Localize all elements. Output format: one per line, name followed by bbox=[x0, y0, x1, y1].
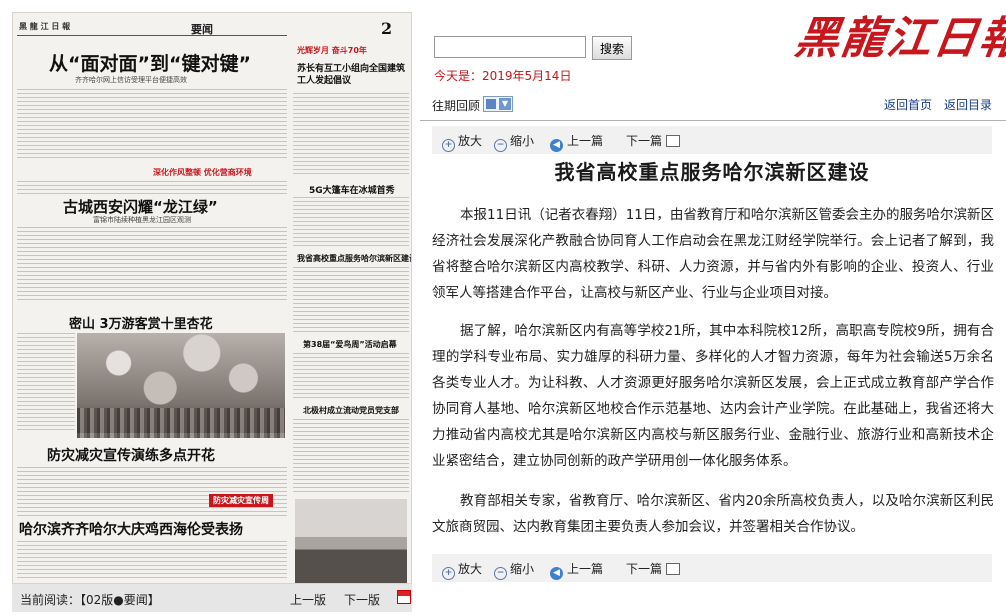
article-toolbar-top: + 放大 − 缩小 ◀ 上一篇 下一篇 bbox=[432, 126, 992, 154]
article-toolbar-bottom: + 放大 − 缩小 ◀ 上一篇 下一篇 bbox=[432, 554, 992, 582]
text-block bbox=[293, 93, 409, 177]
print-icon bbox=[666, 135, 681, 147]
article-paragraph: 据了解，哈尔滨新区内有高等学校21所，其中本科院校12所，高职高专院校9所，拥有… bbox=[432, 323, 994, 469]
search-input[interactable] bbox=[434, 36, 586, 58]
red-banner-1: 深化作风整顿 优化营商环境 bbox=[153, 168, 252, 177]
zoom-in-icon: + bbox=[442, 567, 455, 580]
past-issues-dropdown[interactable]: ▼ bbox=[483, 96, 513, 112]
headline-3[interactable]: 密山 3万游客赏十里杏花 bbox=[69, 313, 213, 332]
text-block bbox=[17, 89, 287, 159]
current-reading: 当前阅读：【02版●要闻】 bbox=[20, 593, 160, 607]
zoom-in-icon: + bbox=[442, 139, 455, 152]
text-block bbox=[17, 541, 287, 581]
text-block bbox=[293, 353, 409, 401]
zoom-out-icon: − bbox=[494, 139, 507, 152]
field-photo bbox=[295, 499, 407, 583]
paper-page-number: 2 bbox=[381, 19, 393, 38]
text-block bbox=[293, 197, 409, 247]
arrow-left-icon: ◀ bbox=[550, 139, 563, 152]
divider bbox=[17, 35, 287, 36]
paper-masthead: 黑 龍 江 日 報 bbox=[19, 21, 71, 31]
side-headline-1[interactable]: 苏长有互工小组向全国建筑工人发起倡议 bbox=[297, 63, 407, 87]
zoom-out-icon: − bbox=[494, 567, 507, 580]
home-link[interactable]: 返回首页 bbox=[884, 96, 932, 113]
arrow-left-icon: ◀ bbox=[550, 567, 563, 580]
headline-1[interactable]: 从“面对面”到“键对键” bbox=[49, 49, 251, 76]
chevron-down-icon: ▼ bbox=[499, 98, 511, 110]
headline-4[interactable]: 防灾减灾宣传演练多点开花 bbox=[47, 445, 215, 465]
side-headline-3[interactable]: 我省高校重点服务哈尔滨新区建设 bbox=[297, 253, 411, 264]
zoom-out-button[interactable]: − 缩小 bbox=[494, 560, 534, 580]
newspaper-page-image[interactable]: 黑 龍 江 日 報 要闻 2 从“面对面”到“键对键” 齐齐哈尔网上信访受理平台… bbox=[12, 12, 412, 584]
zoom-in-button[interactable]: + 放大 bbox=[442, 560, 482, 580]
prev-article-button[interactable]: ◀ 上一篇 bbox=[550, 560, 603, 580]
red-banner-2: 防灾减灾宣传周 bbox=[209, 494, 273, 507]
zoom-in-button[interactable]: + 放大 bbox=[442, 132, 482, 152]
zoom-out-button[interactable]: − 缩小 bbox=[494, 132, 534, 152]
text-block bbox=[17, 333, 75, 433]
next-article-button[interactable]: 下一篇 bbox=[626, 132, 681, 149]
text-block bbox=[293, 419, 409, 495]
today-date: 今天是：2019年5月14日 bbox=[434, 69, 572, 83]
directory-link[interactable]: 返回目录 bbox=[944, 96, 992, 113]
article-paragraph: 本报11日讯（记者衣春翔）11日，由省教育厅和哈尔滨新区管委会主办的服务哈尔滨新… bbox=[432, 207, 994, 301]
divider bbox=[420, 120, 1006, 121]
side-headline-4[interactable]: 第38届“爱鸟周”活动启幕 bbox=[303, 339, 397, 350]
side-headline-5[interactable]: 北极村成立流动党员党支部 bbox=[303, 405, 399, 416]
prev-page-link[interactable]: 上一版 bbox=[290, 591, 326, 608]
crowd-photo bbox=[77, 408, 285, 438]
calendar-icon[interactable] bbox=[397, 590, 411, 604]
reading-bar: 当前阅读：【02版●要闻】 上一版 下一版 bbox=[12, 584, 412, 612]
headline-5[interactable]: 哈尔滨齐齐哈尔大庆鸡西海伦受表扬 bbox=[19, 519, 243, 539]
headline-2-sub: 富锦市陆续种植黑龙江园区观测 bbox=[93, 216, 191, 224]
next-article-button[interactable]: 下一篇 bbox=[626, 560, 681, 577]
calendar-icon bbox=[486, 99, 496, 109]
newspaper-logo: 黑龍江日報 bbox=[791, 13, 1006, 64]
text-block bbox=[17, 181, 287, 197]
side-headline-2[interactable]: 5G大篷车在冰城首秀 bbox=[309, 183, 395, 196]
print-icon bbox=[666, 563, 681, 575]
search-button[interactable]: 搜索 bbox=[592, 36, 632, 60]
epaper-page: 黑 龍 江 日 報 要闻 2 从“面对面”到“键对键” 齐齐哈尔网上信访受理平台… bbox=[0, 0, 1006, 615]
text-block bbox=[17, 467, 287, 517]
red-top-banner: 光辉岁月 奋斗70年 bbox=[297, 46, 367, 55]
headline-1-sub: 齐齐哈尔网上信访受理平台便捷高效 bbox=[75, 76, 187, 84]
text-block bbox=[293, 267, 409, 333]
next-page-link[interactable]: 下一版 bbox=[344, 591, 380, 608]
article-title: 我省高校重点服务哈尔滨新区建设 bbox=[554, 160, 870, 184]
text-block bbox=[17, 227, 287, 303]
article-paragraph: 教育部相关专家，省教育厅、哈尔滨新区、省内20余所高校负责人，以及哈尔滨新区利民… bbox=[432, 493, 994, 535]
past-issues-label: 往期回顾 bbox=[432, 99, 481, 113]
headline-2[interactable]: 古城西安闪耀“龙江绿” bbox=[63, 196, 218, 217]
prev-article-button[interactable]: ◀ 上一篇 bbox=[550, 132, 603, 152]
